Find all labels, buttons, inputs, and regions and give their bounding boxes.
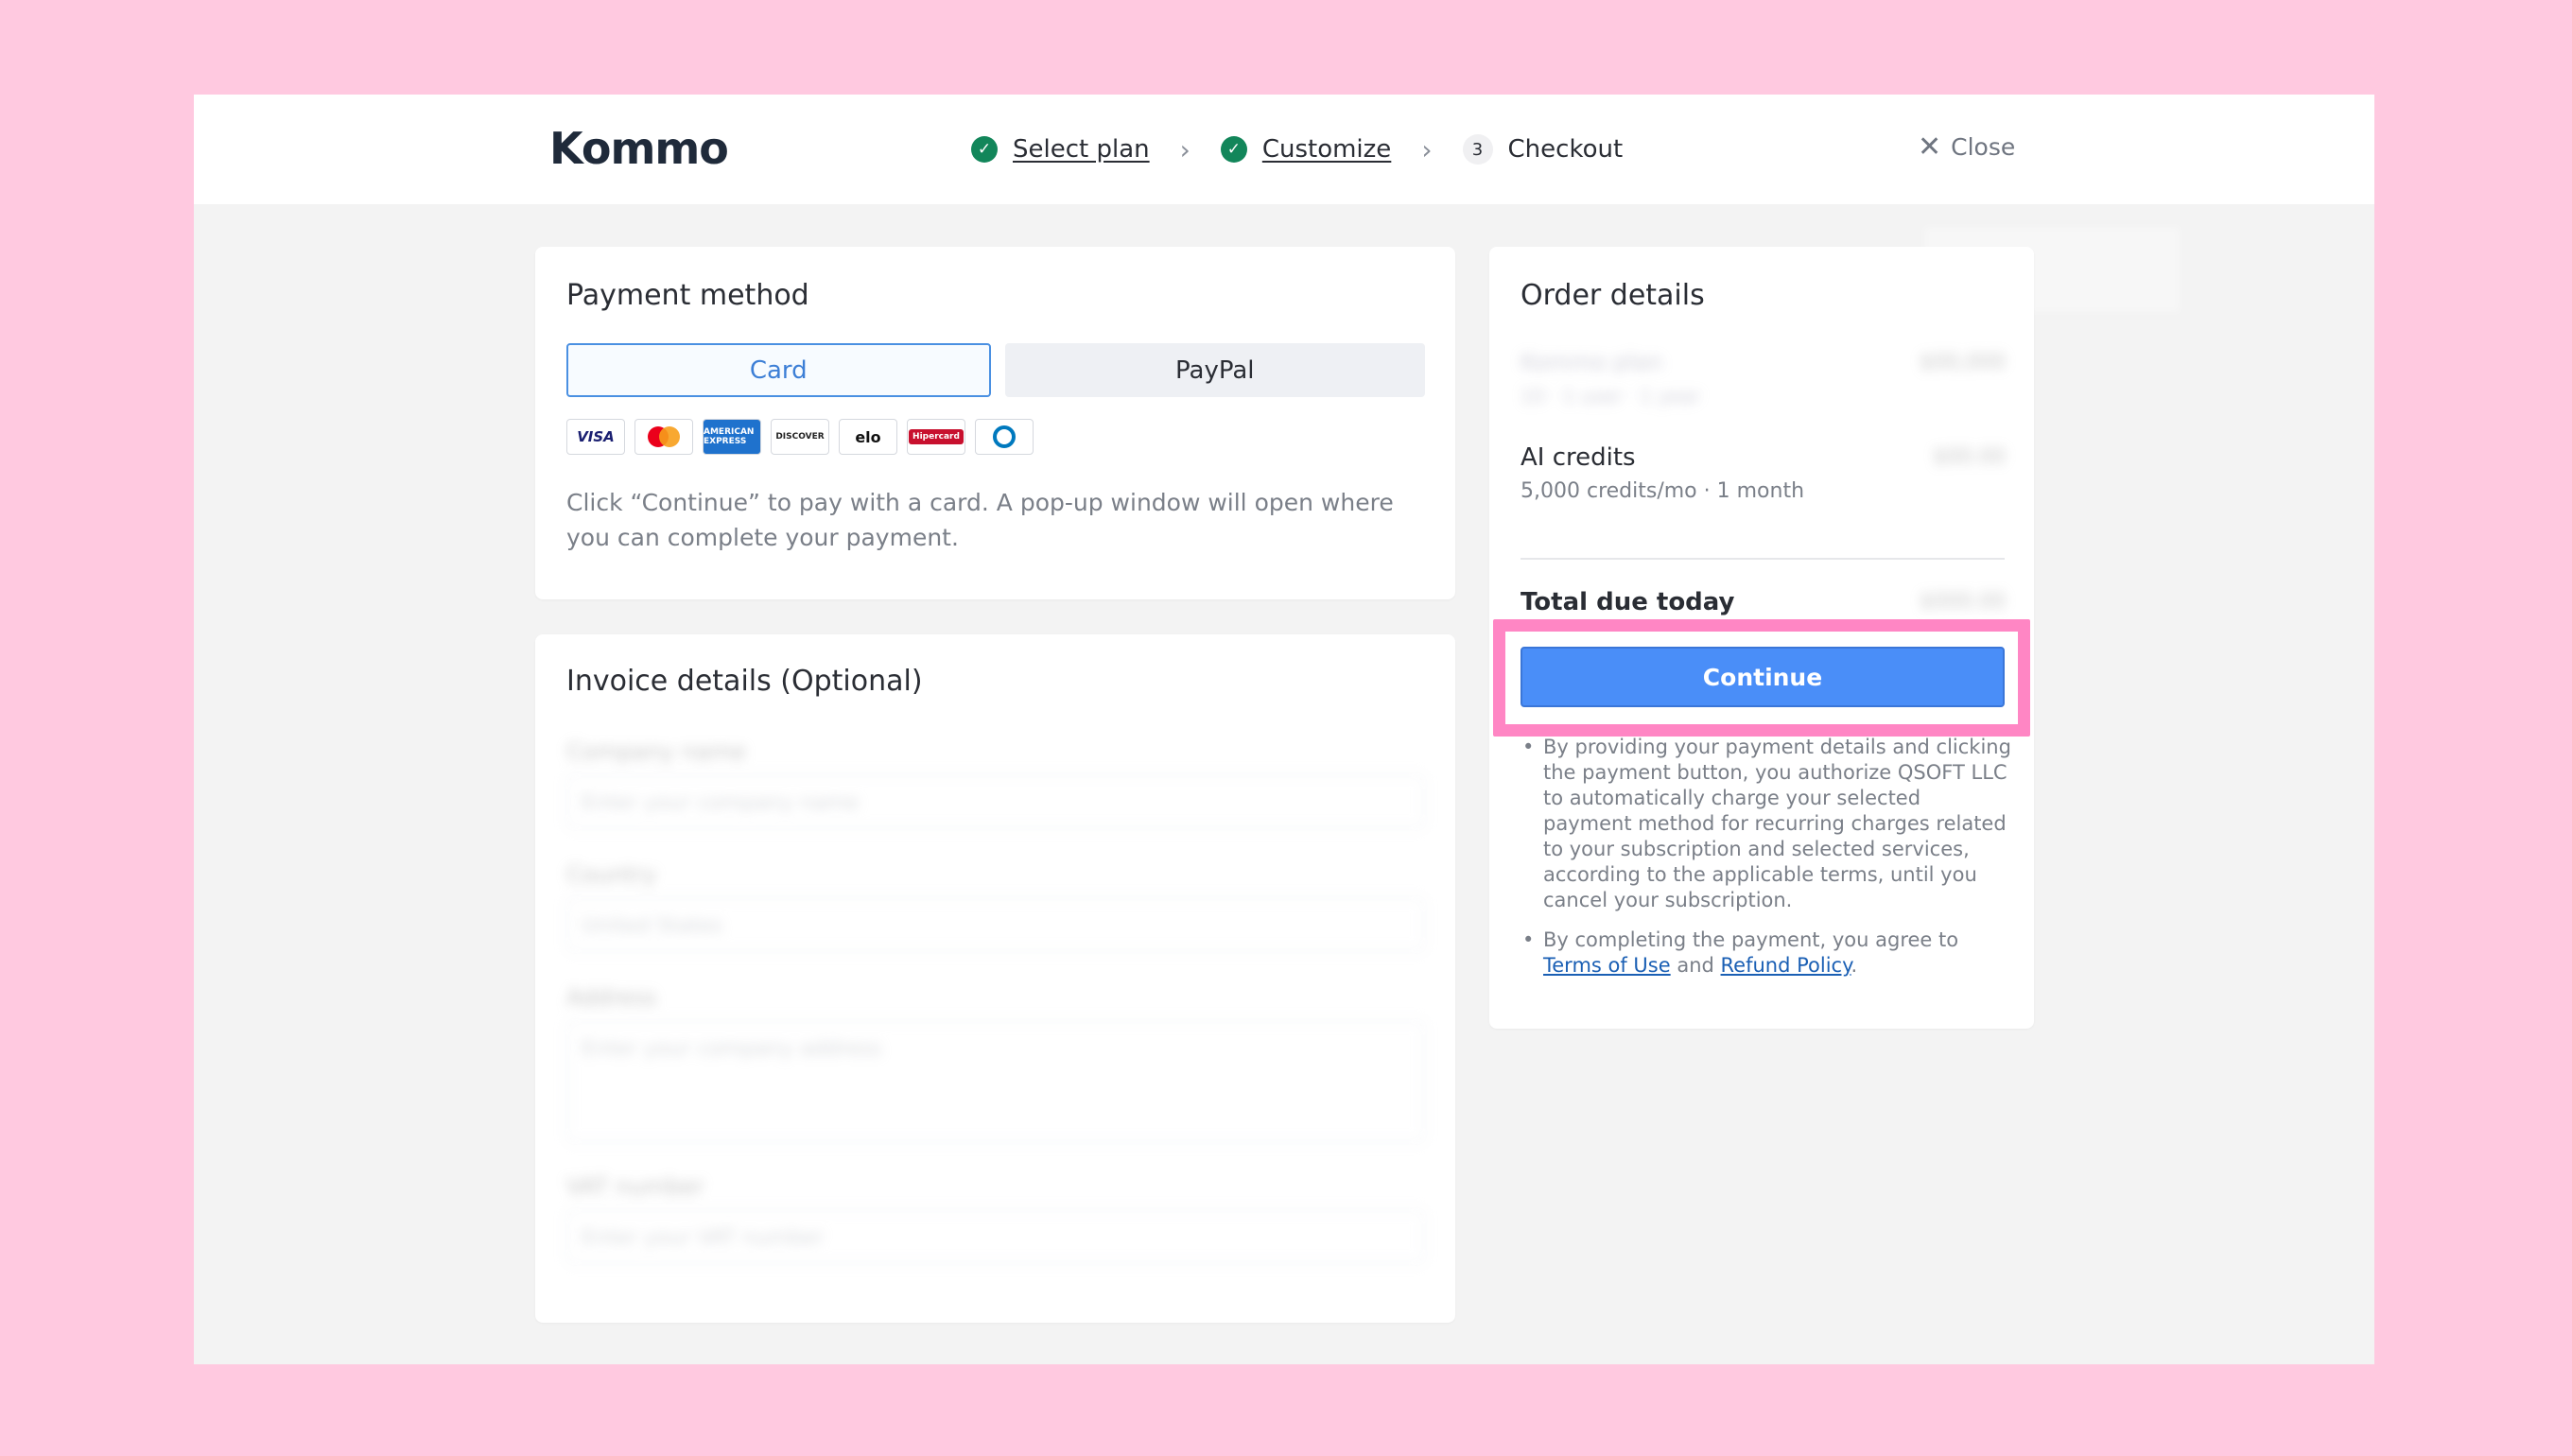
address-label: Address [566, 984, 657, 1011]
close-label: Close [1951, 133, 2016, 161]
country-label: Country [566, 861, 657, 888]
check-icon: ✓ [971, 136, 998, 163]
top-bar: Kommo ✓ Select plan › ✓ Customize › 3 Ch… [194, 95, 2374, 204]
close-button[interactable]: ✕ Close [1918, 130, 2015, 164]
checkout-window: Kommo ✓ Select plan › ✓ Customize › 3 Ch… [194, 95, 2374, 1364]
refund-policy-link[interactable]: Refund Policy [1721, 954, 1851, 977]
payment-note: Click “Continue” to pay with a card. A p… [566, 489, 1394, 551]
invoice-title: Invoice details (Optional) [566, 665, 923, 698]
diners-club-icon [975, 419, 1034, 455]
ai-credits-sub: 5,000 credits/mo · 1 month [1521, 479, 1805, 503]
legal-period: . [1851, 954, 1858, 977]
total-amount: $000.00 [1920, 590, 2006, 614]
vat-number-field[interactable]: Enter your VAT number [566, 1209, 1425, 1264]
kommo-logo[interactable]: Kommo [549, 123, 729, 174]
legal-notes: By providing your payment details and cl… [1521, 735, 2012, 993]
tab-card[interactable]: Card [566, 343, 991, 397]
checkout-steps: ✓ Select plan › ✓ Customize › 3 Checkout [971, 129, 1623, 170]
card-brands: VISA AMERICAN EXPRESS DISCOVER elo Hiper… [566, 419, 1034, 455]
vat-number-label: VAT number [566, 1173, 704, 1200]
chevron-right-icon: › [1179, 133, 1190, 165]
legal-and: and [1670, 954, 1721, 977]
plan-amount: $00,000 [1920, 351, 2006, 374]
company-name-label: Company name [566, 738, 746, 765]
plan-sub: 10 · 1 user · 1 year [1521, 385, 1700, 407]
step-checkout-label: Checkout [1507, 135, 1624, 164]
chevron-right-icon: › [1421, 133, 1433, 165]
address-field[interactable]: Enter your company address [566, 1020, 1425, 1143]
elo-icon: elo [839, 419, 897, 455]
terms-of-use-link[interactable]: Terms of Use [1543, 954, 1671, 977]
step-select-plan[interactable]: ✓ Select plan [971, 135, 1150, 164]
legal-agreement: By completing the payment, you agree to … [1521, 927, 2012, 979]
discover-icon: DISCOVER [771, 419, 829, 455]
payment-method-title: Payment method [566, 279, 809, 312]
check-icon: ✓ [1220, 136, 1247, 163]
divider [1521, 558, 2005, 560]
payment-tabs: Card PayPal [566, 343, 1425, 397]
visa-icon: VISA [566, 419, 625, 455]
order-details-title: Order details [1521, 279, 1705, 312]
hipercard-icon: Hipercard [907, 419, 965, 455]
step-customize-label[interactable]: Customize [1262, 135, 1391, 164]
legal-agreement-prefix: By completing the payment, you agree to [1543, 928, 1959, 951]
invoice-details-card: Invoice details (Optional) Company name … [535, 634, 1455, 1323]
close-icon: ✕ [1918, 130, 1942, 164]
legal-authorization: By providing your payment details and cl… [1521, 735, 2012, 913]
payment-method-card: Payment method Card PayPal VISA AMERICAN… [535, 247, 1455, 599]
country-select[interactable]: United States [566, 897, 1425, 952]
step-customize[interactable]: ✓ Customize [1220, 135, 1391, 164]
continue-highlight-box [1493, 619, 2030, 737]
ai-credits-label: AI credits [1521, 443, 1636, 472]
ai-credits-amount: $00.00 [1933, 445, 2006, 469]
step-checkout: 3 Checkout [1462, 134, 1624, 165]
mastercard-icon [634, 419, 693, 455]
plan-line: Kommo plan [1521, 349, 1663, 375]
step-select-plan-label[interactable]: Select plan [1013, 135, 1150, 164]
step-number: 3 [1462, 134, 1493, 165]
amex-icon: AMERICAN EXPRESS [703, 419, 761, 455]
total-label: Total due today [1521, 588, 1735, 616]
company-name-field[interactable]: Enter your company name [566, 774, 1425, 829]
tab-paypal[interactable]: PayPal [1004, 343, 1425, 397]
